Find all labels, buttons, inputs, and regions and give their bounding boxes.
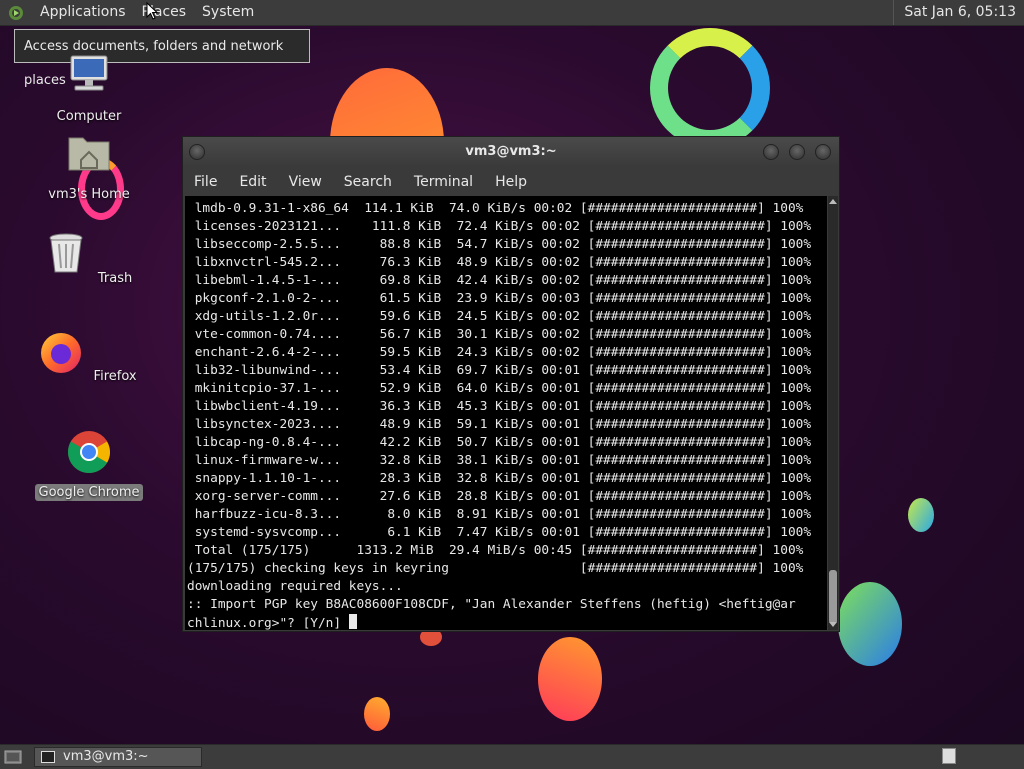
terminal-text: lmdb-0.9.31-1-x86_64 114.1 KiB 74.0 KiB/… (185, 196, 827, 630)
terminal-line: snappy-1.1.10-1-... 28.3 KiB 32.8 KiB/s … (187, 471, 812, 486)
wallpaper-tiny-orange-blob (364, 697, 390, 731)
system-menu[interactable]: System (194, 0, 262, 25)
terminal-cursor (348, 614, 357, 629)
terminal-line: libsynctex-2023.... 48.9 KiB 59.1 KiB/s … (187, 417, 812, 432)
scroll-up-arrow-icon[interactable] (829, 199, 837, 204)
terminal-line: libseccomp-2.5.5... 88.8 KiB 54.7 KiB/s … (187, 237, 812, 252)
desktop-icon-chrome[interactable]: Google Chrome (34, 428, 144, 501)
menu-file[interactable]: File (183, 174, 228, 190)
terminal-line: enchant-2.6.4-2-... 59.5 KiB 24.3 KiB/s … (187, 345, 812, 360)
terminal-menubar: File Edit View Search Terminal Help (183, 169, 839, 195)
firefox-icon (41, 333, 82, 373)
mate-logo-icon[interactable] (8, 5, 24, 21)
terminal-line: chlinux.org>"? [Y/n] (187, 616, 349, 630)
wallpaper-small-teal-blob (908, 498, 934, 532)
taskbar-terminal-button[interactable]: vm3@vm3:~ (34, 747, 202, 767)
menu-search[interactable]: Search (333, 174, 403, 190)
terminal-line: :: Import PGP key B8AC08600F108CDF, "Jan… (187, 597, 796, 612)
terminal-line: xdg-utils-1.2.0r... 59.6 KiB 24.5 KiB/s … (187, 309, 812, 324)
show-desktop-icon[interactable] (4, 749, 22, 765)
desktop-icon-firefox[interactable]: Firefox (34, 328, 144, 385)
terminal-line: xorg-server-comm... 27.6 KiB 28.8 KiB/s … (187, 489, 812, 504)
menu-terminal[interactable]: Terminal (403, 174, 484, 190)
wallpaper-bottom-orange-blob (538, 637, 602, 721)
workspace-switcher[interactable] (942, 748, 956, 764)
computer-icon (70, 55, 108, 91)
terminal-line: pkgconf-2.1.0-2-... 61.5 KiB 23.9 KiB/s … (187, 291, 812, 306)
terminal-line: vte-common-0.74.... 56.7 KiB 30.1 KiB/s … (187, 327, 812, 342)
chrome-icon (67, 431, 111, 473)
clock[interactable]: Sat Jan 6, 05:13 (893, 0, 1024, 25)
window-title: vm3@vm3:~ (465, 144, 557, 159)
window-titlebar[interactable]: vm3@vm3:~ (183, 137, 839, 167)
trash-icon (49, 233, 83, 273)
terminal-line: Total (175/175) 1313.2 MiB 29.4 MiB/s 00… (187, 543, 804, 558)
scrollbar-thumb[interactable] (829, 570, 837, 624)
terminal-line: libcap-ng-0.8.4-... 42.2 KiB 50.7 KiB/s … (187, 435, 812, 450)
wallpaper-green-blue-blob (838, 582, 902, 666)
terminal-line: mkinitcpio-37.1-... 52.9 KiB 64.0 KiB/s … (187, 381, 812, 396)
scroll-down-arrow-icon[interactable] (829, 622, 837, 627)
terminal-line: linux-firmware-w... 32.8 KiB 38.1 KiB/s … (187, 453, 812, 468)
minimize-button[interactable] (763, 144, 779, 160)
terminal-window[interactable]: vm3@vm3:~ File Edit View Search Terminal… (182, 136, 840, 632)
terminal-line: lib32-libunwind-... 53.4 KiB 69.7 KiB/s … (187, 363, 812, 378)
desktop-icon-home[interactable]: vm3's Home (34, 130, 144, 203)
terminal-line: downloading required keys... (187, 579, 403, 594)
terminal-icon (41, 751, 55, 763)
terminal-line: libwbclient-4.19... 36.3 KiB 45.3 KiB/s … (187, 399, 812, 414)
terminal-line: licenses-2023121... 111.8 KiB 72.4 KiB/s… (187, 219, 812, 234)
terminal-line: systemd-sysvcomp... 6.1 KiB 7.47 KiB/s 0… (187, 525, 812, 540)
menu-help[interactable]: Help (484, 174, 538, 190)
desktop-icon-trash[interactable]: Trash (34, 230, 144, 287)
terminal-line: lmdb-0.9.31-1-x86_64 114.1 KiB 74.0 KiB/… (187, 201, 804, 216)
bottom-panel: vm3@vm3:~ (0, 744, 1024, 769)
desktop-icon-computer[interactable]: Computer (34, 52, 144, 125)
maximize-button[interactable] (789, 144, 805, 160)
terminal-output[interactable]: lmdb-0.9.31-1-x86_64 114.1 KiB 74.0 KiB/… (185, 196, 827, 630)
terminal-line: (175/175) checking keys in keyring [####… (187, 561, 804, 576)
terminal-scrollbar[interactable] (828, 196, 838, 630)
applications-menu[interactable]: Applications (32, 0, 134, 25)
taskbar-terminal-label: vm3@vm3:~ (63, 749, 149, 764)
home-folder-icon (68, 137, 110, 171)
close-button[interactable] (815, 144, 831, 160)
wallpaper-gradient-ring (650, 28, 770, 148)
terminal-line: libxnvctrl-545.2... 76.3 KiB 48.9 KiB/s … (187, 255, 812, 270)
menu-edit[interactable]: Edit (228, 174, 277, 190)
terminal-line: harfbuzz-icu-8.3... 8.0 KiB 8.91 KiB/s 0… (187, 507, 812, 522)
window-menu-button[interactable] (189, 144, 205, 160)
mouse-pointer-icon (146, 2, 158, 20)
places-menu[interactable]: Places (134, 0, 195, 25)
terminal-line: libebml-1.4.5-1-... 69.8 KiB 42.4 KiB/s … (187, 273, 812, 288)
menu-view[interactable]: View (278, 174, 333, 190)
